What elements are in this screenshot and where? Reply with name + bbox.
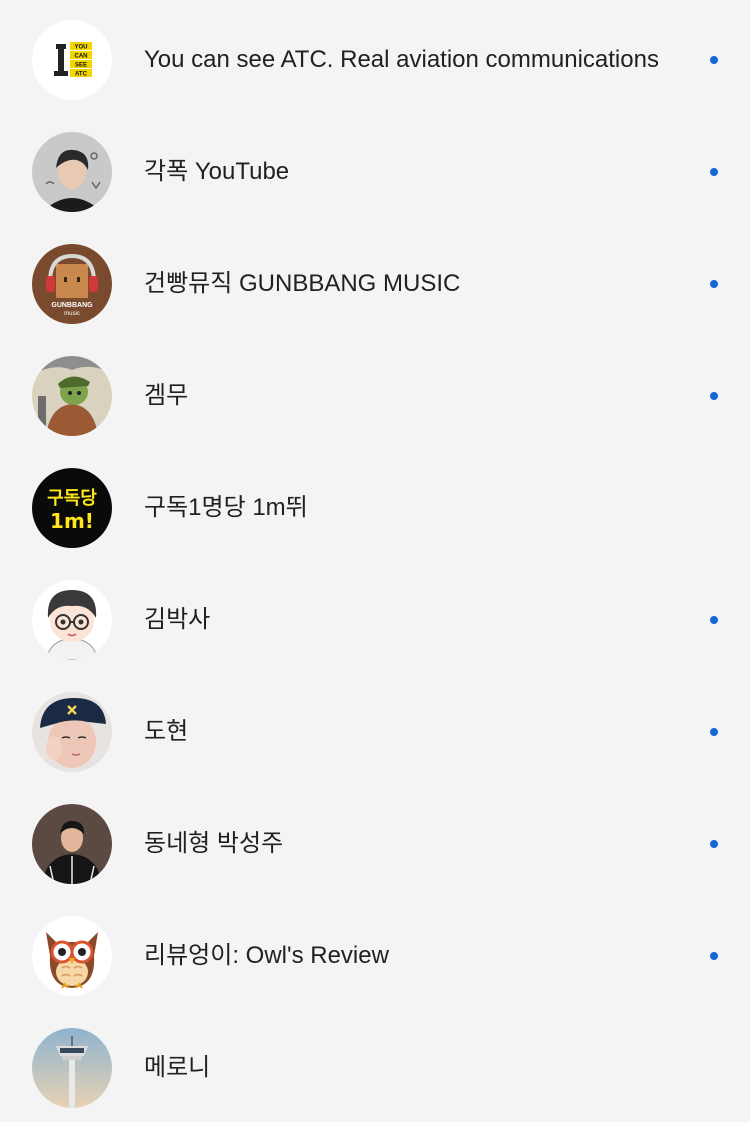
channel-row[interactable]: 구독당 1m! 구독1명당 1m뛰 (0, 450, 750, 562)
person-tracksuit-icon (32, 804, 112, 884)
new-content-dot (710, 952, 718, 960)
subscriptions-list: YOU CAN SEE ATC You can see ATC. Real av… (0, 0, 750, 1122)
channel-name: 도현 (144, 718, 189, 745)
channel-row[interactable]: 동네형 박성주 (0, 786, 750, 898)
channel-name: 구독1명당 1m뛰 (144, 494, 308, 521)
person-cap-icon (32, 692, 112, 772)
channel-row[interactable]: 각폭 YouTube (0, 114, 750, 226)
channel-row[interactable]: 메로니 (0, 1010, 750, 1122)
avatar-text-line: SEE (75, 63, 87, 69)
new-content-dot (710, 840, 718, 848)
channel-row[interactable]: 겜무 (0, 338, 750, 450)
new-content-dot (710, 392, 718, 400)
cartoon-soldier-icon (32, 356, 112, 436)
channel-name: 김박사 (144, 606, 211, 633)
avatar-text-line: GUNBBANG (51, 302, 93, 309)
channel-name: 건빵뮤직 GUNBBANG MUSIC (144, 270, 461, 297)
new-content-dot (710, 168, 718, 176)
new-content-dot (710, 616, 718, 624)
avatar-text-line: CAN (75, 54, 88, 60)
new-content-dot (710, 280, 718, 288)
new-content-dot (710, 56, 718, 64)
channel-row[interactable]: 리뷰엉이: Owl's Review (0, 898, 750, 1010)
new-content-dot (710, 728, 718, 736)
avatar-text-line: ATC (75, 72, 88, 78)
owl-icon (32, 916, 112, 996)
gunbbang-headphones-icon: GUNBBANG music (32, 244, 112, 324)
atc-logo-icon: YOU CAN SEE ATC (32, 20, 112, 100)
channel-row[interactable]: 김박사 (0, 562, 750, 674)
channel-name: 각폭 YouTube (144, 158, 290, 185)
text-logo-icon: 구독당 1m! (32, 468, 112, 548)
avatar-text-line: 구독당 (47, 488, 97, 509)
control-tower-icon (32, 1028, 112, 1108)
cartoon-glasses-boy-icon (32, 580, 112, 660)
channel-name: 겜무 (144, 382, 189, 409)
channel-name: 리뷰엉이: Owl's Review (144, 942, 389, 969)
channel-row[interactable]: YOU CAN SEE ATC You can see ATC. Real av… (0, 2, 750, 114)
person-photo-icon (32, 132, 112, 212)
channel-name: You can see ATC. Real aviation communica… (144, 46, 659, 73)
avatar-text-line: YOU (74, 45, 87, 51)
avatar-text-line: 1m! (50, 509, 94, 533)
channel-row[interactable]: GUNBBANG music 건빵뮤직 GUNBBANG MUSIC (0, 226, 750, 338)
channel-name: 메로니 (144, 1054, 211, 1081)
avatar-text-line: music (64, 311, 80, 317)
channel-row[interactable]: 도현 (0, 674, 750, 786)
channel-name: 동네형 박성주 (144, 830, 284, 857)
